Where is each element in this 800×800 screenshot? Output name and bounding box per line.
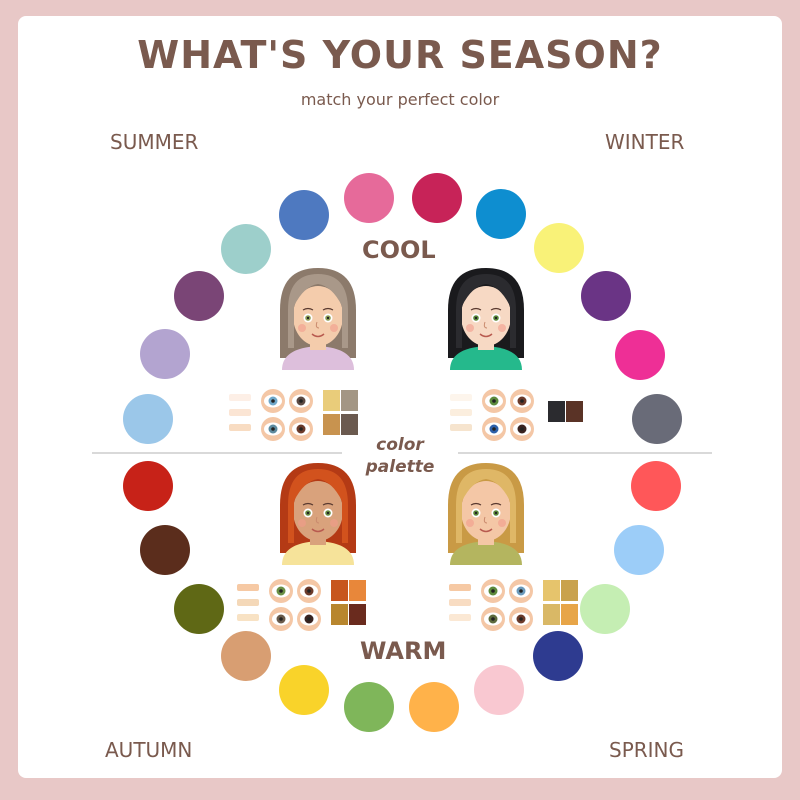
cheek-right [498, 324, 506, 332]
skin-tone-swatch [229, 424, 251, 431]
swatch-spring-5 [614, 525, 664, 575]
hair-color-swatch [341, 414, 358, 435]
portrait-autumn [280, 463, 356, 565]
swatch-winter-3 [534, 223, 584, 273]
cheek-right [498, 519, 506, 527]
hair-color-swatch [349, 580, 366, 601]
cheek-left [466, 519, 474, 527]
swatch-summer-6 [344, 173, 394, 223]
swatch-summer-4 [221, 224, 271, 274]
palette-summer [229, 389, 358, 441]
swatch-autumn-4 [221, 631, 271, 681]
swatch-summer-5 [279, 190, 329, 240]
swatch-autumn-1 [123, 461, 173, 511]
swatch-spring-4 [580, 584, 630, 634]
hair-color-swatch [331, 580, 348, 601]
eye-swatch-pupil [279, 589, 283, 593]
color-palette-line1: color [376, 435, 424, 455]
skin-tone-swatch [450, 409, 472, 416]
cheek-left [298, 324, 306, 332]
skin-tone-swatch [450, 424, 472, 431]
portrait-summer [280, 268, 356, 370]
eye-swatch-pupil [307, 589, 311, 593]
eye-swatch-pupil [299, 399, 303, 403]
eye-swatch-pupil [491, 617, 495, 621]
swatch-summer-3 [174, 271, 224, 321]
color-palette-line2: palette [365, 457, 435, 477]
swatch-autumn-3 [174, 584, 224, 634]
cheek-right [330, 519, 338, 527]
eye-swatch-pupil [520, 427, 524, 431]
swatch-summer-2 [140, 329, 190, 379]
swatch-autumn-6 [344, 682, 394, 732]
skin-tone-swatch [229, 409, 251, 416]
season-wheel [123, 173, 682, 732]
eye-swatch-pupil [519, 589, 523, 593]
swatch-winter-2 [476, 189, 526, 239]
skin-tone-swatch [449, 614, 471, 621]
cheek-left [466, 324, 474, 332]
pupil-right [326, 511, 330, 515]
skin-tone-swatch [229, 394, 251, 401]
skin-tone-swatch [237, 599, 259, 606]
skin-tone-swatch [237, 614, 259, 621]
eye-swatch-pupil [519, 617, 523, 621]
portrait-winter [448, 268, 524, 370]
swatch-winter-4 [581, 271, 631, 321]
pupil-right [494, 511, 498, 515]
swatch-spring-2 [474, 665, 524, 715]
hair-color-swatch [543, 580, 560, 601]
palette-spring [449, 579, 578, 631]
skin-tone-swatch [450, 394, 472, 401]
eye-swatch-pupil [520, 399, 524, 403]
hair-color-swatch [341, 390, 358, 411]
skin-tone-swatch [449, 584, 471, 591]
pupil-left [306, 511, 310, 515]
pupil-left [474, 316, 478, 320]
cheek-right [330, 324, 338, 332]
swatch-winter-1 [412, 173, 462, 223]
skin-tone-swatch [449, 599, 471, 606]
swatch-spring-1 [409, 682, 459, 732]
color-palette-label: color palette [350, 434, 450, 478]
hair-color-swatch [543, 604, 560, 625]
skin-tone-swatch [237, 584, 259, 591]
swatch-summer-1 [123, 394, 173, 444]
swatch-autumn-2 [140, 525, 190, 575]
eye-swatch-pupil [271, 427, 275, 431]
pupil-right [494, 316, 498, 320]
eye-swatch-pupil [271, 399, 275, 403]
hair-color-swatch [561, 604, 578, 625]
eye-swatch-pupil [492, 399, 496, 403]
axis-label-warm: WARM [360, 637, 447, 665]
eye-swatch-pupil [307, 617, 311, 621]
portrait-spring [448, 463, 524, 565]
palette-winter [450, 389, 583, 441]
swatch-spring-3 [533, 631, 583, 681]
pupil-right [326, 316, 330, 320]
eye-swatch-pupil [299, 427, 303, 431]
hair-color-swatch [323, 390, 340, 411]
swatch-spring-6 [631, 461, 681, 511]
eye-swatch-pupil [491, 589, 495, 593]
swatch-autumn-5 [279, 665, 329, 715]
palette-autumn [237, 579, 366, 631]
hair-color-swatch [349, 604, 366, 625]
pupil-left [306, 316, 310, 320]
eye-swatch-pupil [492, 427, 496, 431]
eye-swatch-pupil [279, 617, 283, 621]
hair-color-swatch [566, 401, 583, 422]
swatch-winter-6 [632, 394, 682, 444]
cheek-left [298, 519, 306, 527]
axis-label-cool: COOL [362, 236, 436, 264]
hair-color-swatch [331, 604, 348, 625]
hair-color-swatch [548, 401, 565, 422]
hair-color-swatch [561, 580, 578, 601]
pupil-left [474, 511, 478, 515]
hair-color-swatch [323, 414, 340, 435]
swatch-winter-5 [615, 330, 665, 380]
